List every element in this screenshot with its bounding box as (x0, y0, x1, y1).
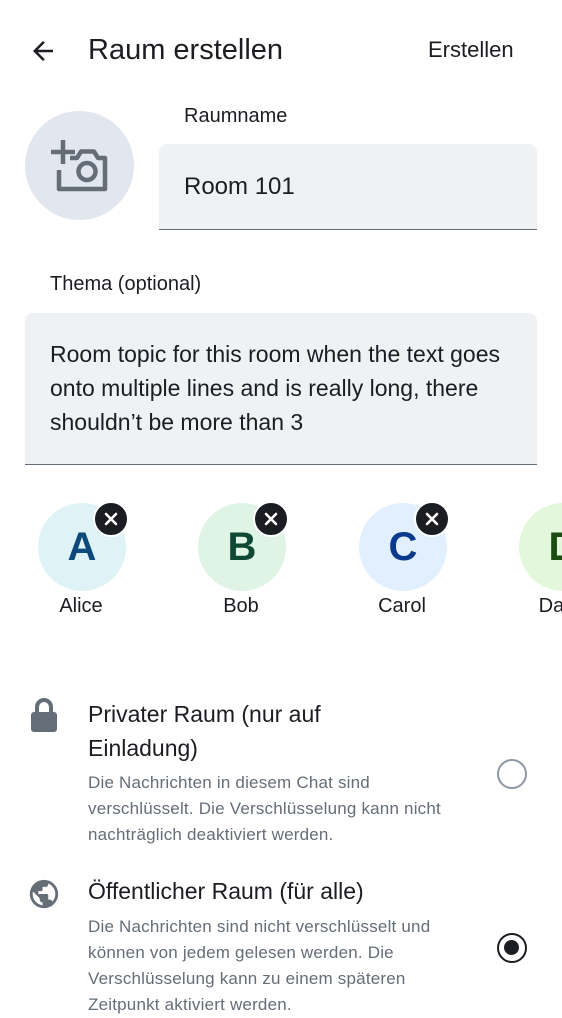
close-icon (104, 512, 118, 526)
privacy-option-title: Privater Raum (nur auf Einladung) (88, 701, 321, 761)
public-radio[interactable] (497, 933, 527, 963)
topic-field[interactable]: Room topic for this room when the text g… (25, 313, 537, 465)
privacy-option-title: Öffentlicher Raum (für alle) (88, 878, 364, 904)
privacy-option-description: Die Nachrichten sind nicht verschlüsselt… (88, 917, 431, 1014)
invitee-name: Bob (223, 595, 259, 617)
invitee-alice: A Alice (26, 501, 136, 623)
close-icon (425, 512, 439, 526)
page-title: Raum erstellen (88, 34, 284, 66)
room-avatar-picker[interactable] (25, 111, 134, 220)
invitee-name: Alice (59, 595, 103, 617)
back-button[interactable] (20, 28, 66, 74)
private-radio[interactable] (497, 759, 527, 789)
room-name-field[interactable] (159, 144, 537, 230)
arrow-back-icon (33, 41, 53, 61)
avatar: D (519, 503, 562, 591)
remove-invitee-button[interactable] (93, 501, 129, 537)
invitee-name: Dave (538, 595, 562, 617)
remove-invitee-button[interactable] (253, 501, 289, 537)
invitee-bob: B Bob (186, 501, 296, 623)
topic-label: Thema (optional) (50, 273, 202, 295)
globe-icon (26, 876, 62, 912)
topic-input-text[interactable]: Room topic for this room when the text g… (50, 337, 511, 439)
close-icon (264, 512, 278, 526)
lock-icon (26, 697, 62, 733)
create-button[interactable]: Erstellen (418, 30, 524, 70)
invitee-name: Carol (378, 595, 426, 617)
privacy-option-description: Die Nachrichten in diesem Chat sind vers… (88, 773, 441, 844)
room-name-label: Raumname (184, 105, 288, 127)
remove-invitee-button[interactable] (414, 501, 450, 537)
invitee-carol: C Carol (347, 501, 457, 623)
room-name-input[interactable] (184, 144, 521, 230)
add-photo-camera-icon (50, 139, 107, 191)
invitee-dave: D Dave (507, 503, 562, 623)
